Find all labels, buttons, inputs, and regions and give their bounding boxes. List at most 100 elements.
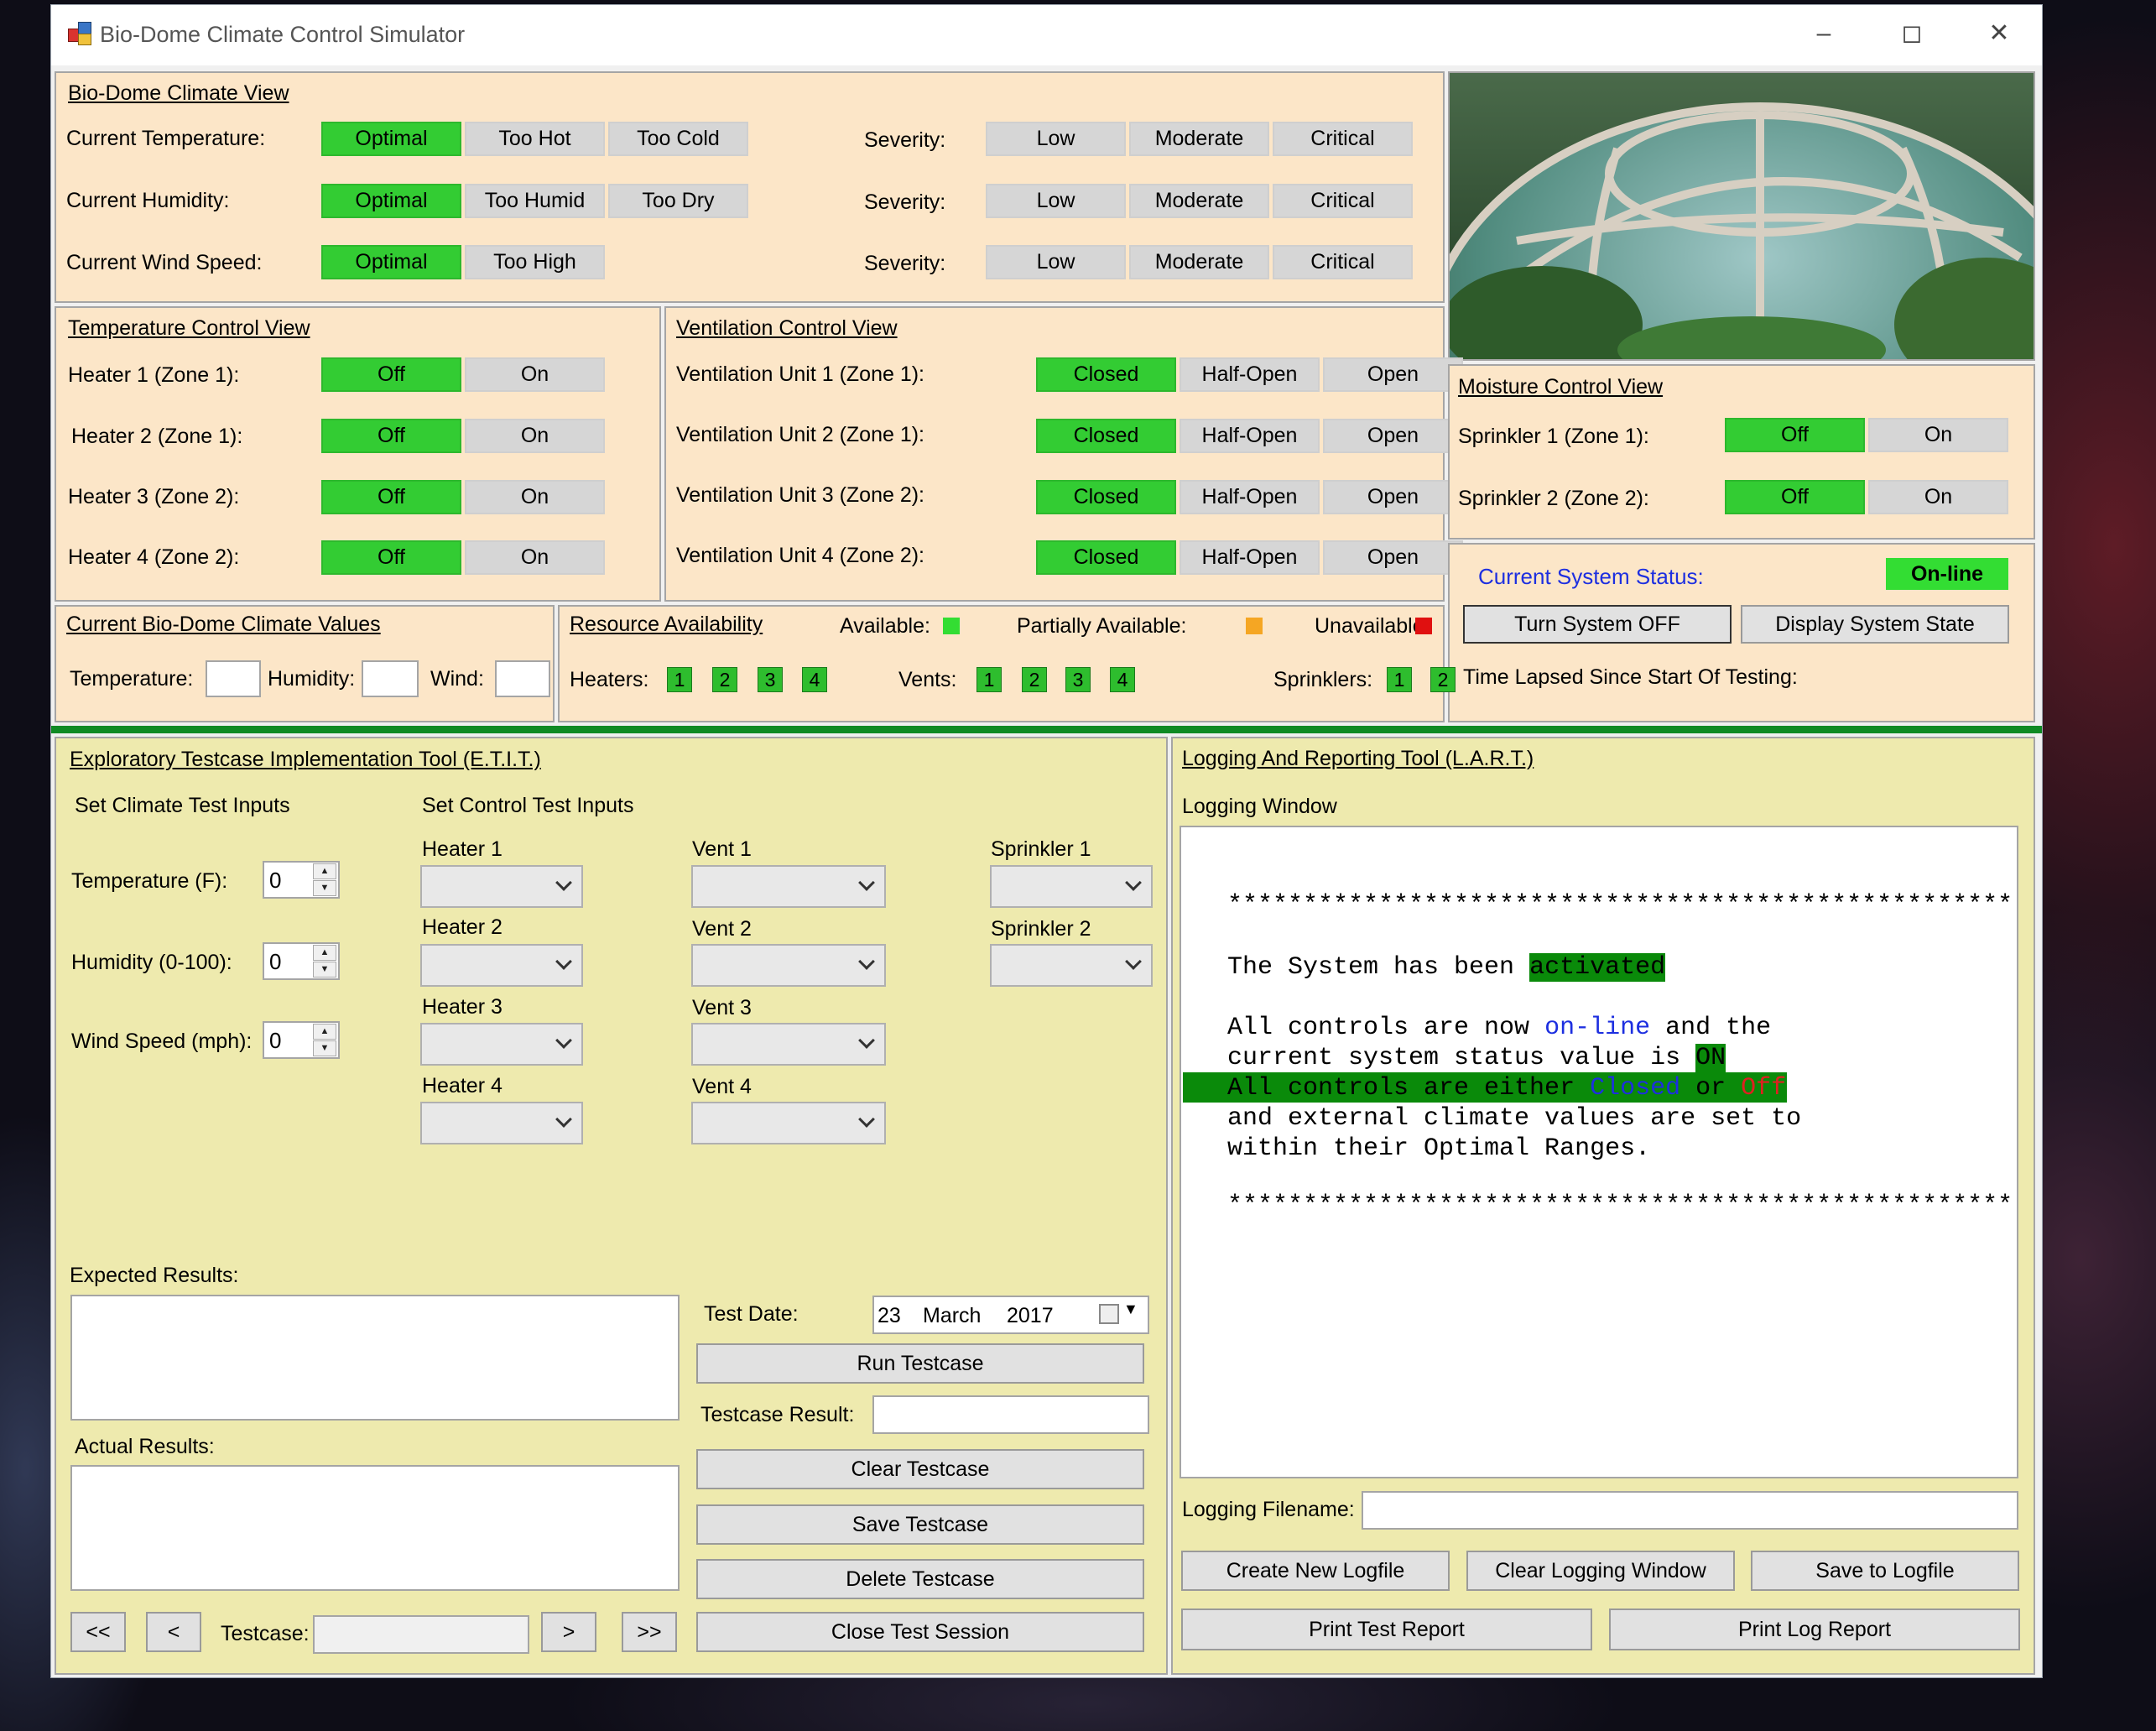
temperature-spinner[interactable]: 0 ▲ ▼ [263, 861, 340, 899]
chevron-down-icon [555, 953, 572, 970]
heater-3-off-button[interactable]: Off [321, 480, 461, 514]
logging-window[interactable]: ****************************************… [1180, 826, 2018, 1478]
close-test-session-button[interactable]: Close Test Session [696, 1612, 1144, 1652]
print-test-report-button[interactable]: Print Test Report [1181, 1608, 1592, 1650]
vent-2-select[interactable] [691, 944, 886, 987]
vent-4-closed-button[interactable]: Closed [1036, 540, 1176, 575]
vent-unit-4-label: Ventilation Unit 4 (Zone 2): [676, 544, 924, 567]
spin-up-icon[interactable]: ▲ [313, 1024, 336, 1040]
maximize-icon[interactable]: ◻ [1895, 17, 1929, 50]
climate-values-panel: Current Bio-Dome Climate Values Temperat… [55, 605, 555, 722]
sprinkler-1-on-button[interactable]: On [1868, 418, 2008, 452]
actual-results-textarea[interactable] [70, 1465, 680, 1591]
vent-2-closed-button[interactable]: Closed [1036, 419, 1176, 453]
humidity-spinner[interactable]: 0 ▲ ▼ [263, 942, 340, 980]
vent-4-half-open-button[interactable]: Half-Open [1180, 540, 1320, 575]
vent-1-half-open-button[interactable]: Half-Open [1180, 357, 1320, 392]
vent-1-select[interactable] [691, 865, 886, 908]
vent-unit-2-label: Ventilation Unit 2 (Zone 1): [676, 423, 924, 446]
chevron-down-icon [858, 953, 875, 970]
vent-3-open-button[interactable]: Open [1323, 480, 1463, 514]
spin-down-icon[interactable]: ▼ [313, 880, 336, 896]
humidity-too-humid-button[interactable]: Too Humid [465, 184, 605, 218]
chevron-down-icon[interactable]: ▼ [1123, 1301, 1138, 1318]
wind-severity-critical-button[interactable]: Critical [1273, 245, 1413, 279]
heater-1-on-button[interactable]: On [465, 357, 605, 392]
climate-temperature-value [206, 660, 261, 697]
logging-filename-input[interactable] [1362, 1491, 2018, 1530]
sprinkler-1-off-button[interactable]: Off [1725, 418, 1865, 452]
close-icon[interactable]: ✕ [1982, 17, 2016, 50]
vent-2-open-button[interactable]: Open [1323, 419, 1463, 453]
sprinkler-2-on-button[interactable]: On [1868, 480, 2008, 514]
display-system-state-button[interactable]: Display System State [1741, 605, 2009, 644]
vent-1-open-button[interactable]: Open [1323, 357, 1463, 392]
heater-1-select[interactable] [420, 865, 583, 908]
wind-severity-moderate-button[interactable]: Moderate [1129, 245, 1269, 279]
delete-testcase-button[interactable]: Delete Testcase [696, 1559, 1144, 1599]
heater-1-off-button[interactable]: Off [321, 357, 461, 392]
humidity-optimal-button[interactable]: Optimal [321, 184, 461, 218]
wind-optimal-button[interactable]: Optimal [321, 245, 461, 279]
wind-too-high-button[interactable]: Too High [465, 245, 605, 279]
heater-4-on-button[interactable]: On [465, 540, 605, 575]
turn-system-off-button[interactable]: Turn System OFF [1463, 605, 1732, 644]
temp-severity-moderate-button[interactable]: Moderate [1129, 122, 1269, 156]
heater-3-on-button[interactable]: On [465, 480, 605, 514]
save-testcase-button[interactable]: Save Testcase [696, 1504, 1144, 1545]
vent-2-half-open-button[interactable]: Half-Open [1180, 419, 1320, 453]
heater-4-off-button[interactable]: Off [321, 540, 461, 575]
sprinkler-2-select[interactable] [990, 944, 1153, 987]
temp-too-cold-button[interactable]: Too Cold [608, 122, 748, 156]
heater-resource-3: 3 [758, 667, 783, 692]
heater-4-select[interactable] [420, 1102, 583, 1144]
next-testcase-button[interactable]: > [541, 1612, 596, 1652]
clear-testcase-button[interactable]: Clear Testcase [696, 1449, 1144, 1489]
run-testcase-button[interactable]: Run Testcase [696, 1343, 1144, 1384]
vent-4-select[interactable] [691, 1102, 886, 1144]
temp-severity-critical-button[interactable]: Critical [1273, 122, 1413, 156]
calendar-icon[interactable] [1099, 1304, 1119, 1324]
prev-testcase-button[interactable]: < [146, 1612, 201, 1652]
create-new-logfile-button[interactable]: Create New Logfile [1181, 1551, 1450, 1591]
humidity-severity-low-button[interactable]: Low [986, 184, 1126, 218]
temp-severity-low-button[interactable]: Low [986, 122, 1126, 156]
heater-2-select[interactable] [420, 944, 583, 987]
spin-down-icon[interactable]: ▼ [313, 1040, 336, 1056]
section-divider [51, 726, 2042, 733]
wind-input-label: Wind Speed (mph): [71, 1030, 253, 1053]
print-log-report-button[interactable]: Print Log Report [1609, 1608, 2020, 1650]
vent-unit-1-label: Ventilation Unit 1 (Zone 1): [676, 362, 924, 386]
humidity-too-dry-button[interactable]: Too Dry [608, 184, 748, 218]
first-testcase-button[interactable]: << [70, 1612, 126, 1652]
sprinkler-1-select[interactable] [990, 865, 1153, 908]
expected-results-textarea[interactable] [70, 1295, 680, 1421]
testcase-field[interactable] [313, 1615, 529, 1654]
vent-4-open-button[interactable]: Open [1323, 540, 1463, 575]
spin-up-icon[interactable]: ▲ [313, 945, 336, 961]
vent-1-closed-button[interactable]: Closed [1036, 357, 1176, 392]
test-date-picker[interactable]: 23 March 2017 ▼ [872, 1296, 1149, 1334]
spin-down-icon[interactable]: ▼ [313, 962, 336, 978]
humidity-severity-moderate-button[interactable]: Moderate [1129, 184, 1269, 218]
vent-2-combo-label: Vent 2 [692, 917, 752, 941]
heater-2-off-button[interactable]: Off [321, 419, 461, 453]
humidity-severity-critical-button[interactable]: Critical [1273, 184, 1413, 218]
climate-values-header: Current Bio-Dome Climate Values [66, 613, 381, 636]
temp-optimal-button[interactable]: Optimal [321, 122, 461, 156]
save-to-logfile-button[interactable]: Save to Logfile [1751, 1551, 2019, 1591]
minimize-icon[interactable]: – [1807, 17, 1841, 50]
sprinkler-2-off-button[interactable]: Off [1725, 480, 1865, 514]
heater-3-select[interactable] [420, 1023, 583, 1066]
vent-3-select[interactable] [691, 1023, 886, 1066]
clear-logging-window-button[interactable]: Clear Logging Window [1466, 1551, 1735, 1591]
temp-too-hot-button[interactable]: Too Hot [465, 122, 605, 156]
vent-3-closed-button[interactable]: Closed [1036, 480, 1176, 514]
spin-up-icon[interactable]: ▲ [313, 863, 336, 879]
vent-3-half-open-button[interactable]: Half-Open [1180, 480, 1320, 514]
heater-2-on-button[interactable]: On [465, 419, 605, 453]
unavailable-legend-label: Unavailable: [1315, 614, 1430, 638]
wind-severity-low-button[interactable]: Low [986, 245, 1126, 279]
wind-spinner[interactable]: 0 ▲ ▼ [263, 1021, 340, 1059]
last-testcase-button[interactable]: >> [622, 1612, 677, 1652]
